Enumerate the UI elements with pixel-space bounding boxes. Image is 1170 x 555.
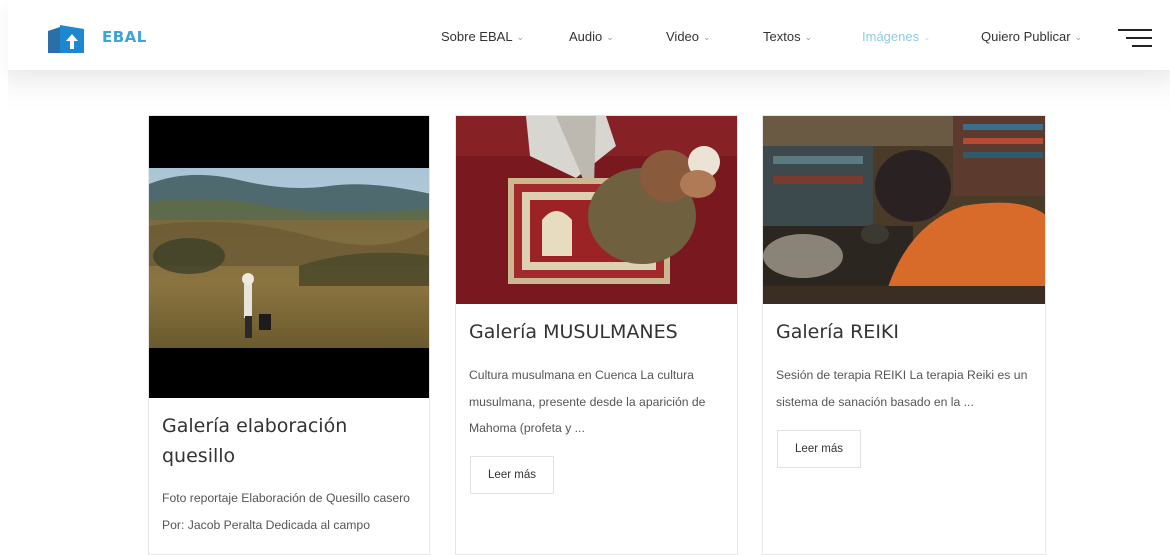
content-top-band	[8, 70, 1170, 110]
nav-video[interactable]: Video ⌄	[666, 29, 711, 44]
brand-name[interactable]: EBAL	[102, 28, 147, 46]
card-image-prayer[interactable]	[456, 116, 737, 304]
card-excerpt: Foto reportaje Elaboración de Quesillo c…	[162, 491, 410, 532]
nav-label: Quiero Publicar	[981, 29, 1071, 44]
chevron-down-icon: ⌄	[1074, 32, 1083, 42]
nav-label: Sobre EBAL	[441, 29, 513, 44]
nav-label: Imágenes	[862, 29, 920, 44]
logo-icon[interactable]	[46, 23, 86, 53]
card-excerpt: Sesión de terapia REIKI La terapia Reiki…	[776, 368, 1028, 409]
site-header: EBAL Sobre EBAL ⌄ Audio ⌄ Video ⌄ Textos ⌄ I…	[8, 0, 1170, 70]
card-title[interactable]: Galería elaboración quesillo	[162, 411, 422, 471]
nav-label: Textos	[763, 29, 801, 44]
nav-label: Video	[666, 29, 700, 44]
nav-quiero-publicar[interactable]: Quiero Publicar ⌄	[981, 29, 1082, 44]
chevron-down-icon: ⌄	[703, 32, 711, 42]
read-more-button[interactable]: Leer más	[777, 430, 861, 468]
chevron-down-icon: ⌄	[923, 32, 931, 42]
card-image-reiki[interactable]	[763, 116, 1045, 304]
chevron-down-icon: ⌄	[516, 32, 525, 42]
nav-label: Audio	[569, 29, 603, 44]
gallery-card-quesillo: Galería elaboración quesillo Foto report…	[148, 115, 430, 555]
card-title[interactable]: Galería MUSULMANES	[469, 317, 729, 347]
gallery-card-musulmanes: Galería MUSULMANES Cultura musulmana en …	[455, 115, 738, 555]
card-image-farmer[interactable]	[149, 116, 429, 398]
hamburger-menu-icon[interactable]	[1118, 26, 1152, 48]
chevron-down-icon: ⌄	[606, 32, 614, 42]
nav-sobre-ebal[interactable]: Sobre EBAL ⌄	[441, 29, 524, 44]
nav-imagenes[interactable]: Imágenes ⌄	[862, 29, 931, 44]
card-title[interactable]: Galería REIKI	[776, 317, 1036, 347]
read-more-button[interactable]: Leer más	[470, 456, 554, 494]
gallery-card-reiki: Galería REIKI Sesión de terapia REIKI La…	[762, 115, 1046, 555]
card-excerpt: Cultura musulmana en Cuenca La cultura m…	[469, 368, 706, 435]
nav-textos[interactable]: Textos ⌄	[763, 29, 812, 44]
nav-audio[interactable]: Audio ⌄	[569, 29, 614, 44]
chevron-down-icon: ⌄	[804, 32, 813, 42]
